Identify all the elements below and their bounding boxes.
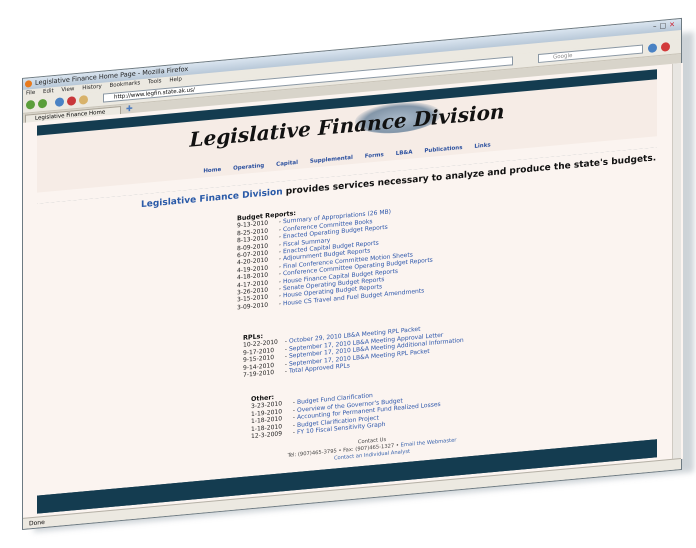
- firefox-icon: [25, 80, 32, 88]
- site-page: Legislative Finance Division Home Operat…: [37, 69, 657, 514]
- page-viewport: Legislative Finance Division Home Operat…: [23, 62, 683, 519]
- stop-icon[interactable]: [67, 96, 76, 106]
- search-icon[interactable]: [648, 43, 657, 54]
- nav-lba[interactable]: LB&A: [396, 149, 413, 157]
- nav-home[interactable]: Home: [203, 167, 221, 175]
- close-icon[interactable]: ✕: [669, 20, 678, 29]
- other-section: Other: 3-23-2010 - Budget Fund Clarifica…: [251, 379, 441, 441]
- back-icon[interactable]: [26, 99, 35, 110]
- vertical-scrollbar[interactable]: [672, 63, 681, 460]
- nav-publications[interactable]: Publications: [424, 145, 462, 154]
- browser-window: Legislative Finance Home Page - Mozilla …: [22, 17, 683, 530]
- menu-edit[interactable]: Edit: [43, 88, 54, 95]
- menu-view[interactable]: View: [61, 86, 74, 93]
- nav-operating[interactable]: Operating: [233, 163, 264, 172]
- nav-links[interactable]: Links: [474, 142, 490, 149]
- reload-icon[interactable]: [55, 97, 64, 107]
- main-content: Legislative Finance Division provides se…: [37, 147, 657, 496]
- addon-icon[interactable]: [661, 42, 670, 52]
- nav-capital[interactable]: Capital: [276, 160, 298, 168]
- screenshot-stage: Legislative Finance Home Page - Mozilla …: [0, 0, 696, 548]
- nav-forms[interactable]: Forms: [365, 152, 384, 160]
- menu-history[interactable]: History: [82, 84, 102, 92]
- window-controls[interactable]: –□✕: [653, 19, 678, 32]
- menu-tools[interactable]: Tools: [148, 78, 162, 85]
- nav-supplemental[interactable]: Supplemental: [310, 155, 353, 165]
- maximize-icon[interactable]: □: [660, 21, 670, 30]
- budget-reports-section: Budget Reports: 9-13-2010 - Summary of A…: [237, 198, 433, 312]
- rpls-section: RPLs: 10-22-2010 - October 29, 2010 LB&A…: [243, 315, 464, 380]
- menu-help[interactable]: Help: [169, 76, 182, 83]
- menu-file[interactable]: File: [26, 90, 35, 97]
- home-icon[interactable]: [79, 94, 88, 105]
- forward-icon[interactable]: [38, 98, 47, 109]
